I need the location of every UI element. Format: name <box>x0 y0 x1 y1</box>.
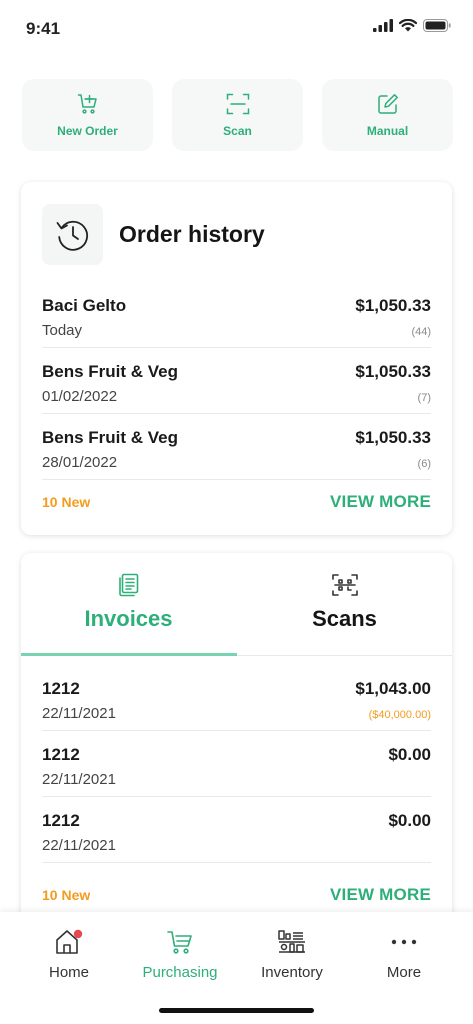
tab-scans[interactable]: Scans <box>237 553 452 656</box>
nav-inventory[interactable]: Inventory <box>233 928 351 988</box>
new-orders-badge: 10 New <box>42 494 91 510</box>
view-more-invoices-link[interactable]: VIEW MORE <box>330 885 431 905</box>
cart-icon <box>167 931 192 954</box>
order-row[interactable]: Baci Gelto Today $1,050.33 (44) <box>42 282 431 348</box>
nav-purchasing-label: Purchasing <box>142 964 218 981</box>
order-amount: $1,050.33 <box>355 362 431 381</box>
battery-icon <box>423 19 451 32</box>
order-date: 28/01/2022 <box>42 454 118 471</box>
new-invoices-badge: 10 New <box>42 887 91 903</box>
history-icon-box <box>42 204 103 265</box>
scan-frame-icon <box>226 93 249 114</box>
inventory-icon <box>278 930 305 953</box>
invoice-date: 22/11/2021 <box>42 771 116 788</box>
nav-more-label: More <box>386 964 422 981</box>
tab-invoices[interactable]: Invoices <box>21 553 236 656</box>
invoices-footer: 10 New VIEW MORE <box>42 885 431 909</box>
cart-plus-icon <box>77 93 97 114</box>
tab-invoices-label: Invoices <box>84 606 173 631</box>
invoice-icon <box>118 573 138 597</box>
order-date: Today <box>42 322 83 339</box>
quick-actions: New Order Scan Manual <box>22 79 453 151</box>
order-item-count: (6) <box>417 458 431 470</box>
active-tab-indicator <box>21 653 237 656</box>
order-item-count: (44) <box>411 326 431 338</box>
invoices-card: Invoices Scans 1212 22/11/2021 $1,043.00… <box>21 553 452 925</box>
order-history-title: Order history <box>119 221 265 247</box>
scan-button[interactable]: Scan <box>172 79 303 151</box>
order-history-header: Order history <box>42 204 265 265</box>
history-icon <box>56 220 88 251</box>
nav-purchasing[interactable]: Purchasing <box>121 928 239 988</box>
manual-label: Manual <box>366 123 409 138</box>
more-dots-icon <box>391 939 417 945</box>
order-date: 01/02/2022 <box>42 388 118 405</box>
nav-home[interactable]: Home <box>10 928 128 988</box>
supplier-name: Bens Fruit & Veg <box>42 428 179 447</box>
supplier-name: Bens Fruit & Veg <box>42 362 179 381</box>
new-order-button[interactable]: New Order <box>22 79 153 151</box>
home-icon <box>56 929 83 954</box>
manual-button[interactable]: Manual <box>322 79 453 151</box>
invoice-number: 1212 <box>42 745 80 764</box>
new-order-label: New Order <box>57 123 118 138</box>
order-item-count: (7) <box>417 392 431 404</box>
order-row[interactable]: Bens Fruit & Veg 28/01/2022 $1,050.33 (6… <box>42 414 431 480</box>
nav-more[interactable]: More <box>345 928 463 988</box>
view-more-orders-link[interactable]: VIEW MORE <box>330 492 431 512</box>
scan-icon <box>331 574 358 596</box>
status-bar: 9:41 <box>0 0 473 60</box>
invoice-date: 22/11/2021 <box>42 837 116 854</box>
order-amount: $1,050.33 <box>355 296 431 315</box>
invoice-number: 1212 <box>42 679 80 698</box>
invoice-row[interactable]: 1212 22/11/2021 $0.00 <box>42 797 431 863</box>
invoice-amount: $1,043.00 <box>355 679 431 698</box>
signal-icon <box>373 19 393 32</box>
nav-home-label: Home <box>48 964 89 981</box>
edit-square-icon <box>377 93 398 114</box>
scan-label: Scan <box>223 123 252 138</box>
order-history-footer: 10 New VIEW MORE <box>42 492 431 516</box>
invoice-number: 1212 <box>42 811 80 830</box>
order-row[interactable]: Bens Fruit & Veg 01/02/2022 $1,050.33 (7… <box>42 348 431 414</box>
order-amount: $1,050.33 <box>355 428 431 447</box>
invoice-amount: $0.00 <box>388 745 431 764</box>
status-time: 9:41 <box>26 19 61 38</box>
tab-scans-label: Scans <box>312 606 377 631</box>
invoice-tabs: Invoices Scans <box>21 553 452 656</box>
nav-inventory-label: Inventory <box>261 964 323 981</box>
invoice-row[interactable]: 1212 22/11/2021 $1,043.00 ($40,000.00) <box>42 665 431 731</box>
invoice-amount: $0.00 <box>388 811 431 830</box>
home-indicator <box>159 1008 314 1013</box>
invoice-credit-note: ($40,000.00) <box>368 709 431 721</box>
invoice-row[interactable]: 1212 22/11/2021 $0.00 <box>42 731 431 797</box>
invoice-date: 22/11/2021 <box>42 705 116 722</box>
supplier-name: Baci Gelto <box>42 296 127 315</box>
wifi-icon <box>399 19 417 32</box>
status-icons <box>373 19 451 32</box>
order-history-card: Order history Baci Gelto Today $1,050.33… <box>21 182 452 535</box>
